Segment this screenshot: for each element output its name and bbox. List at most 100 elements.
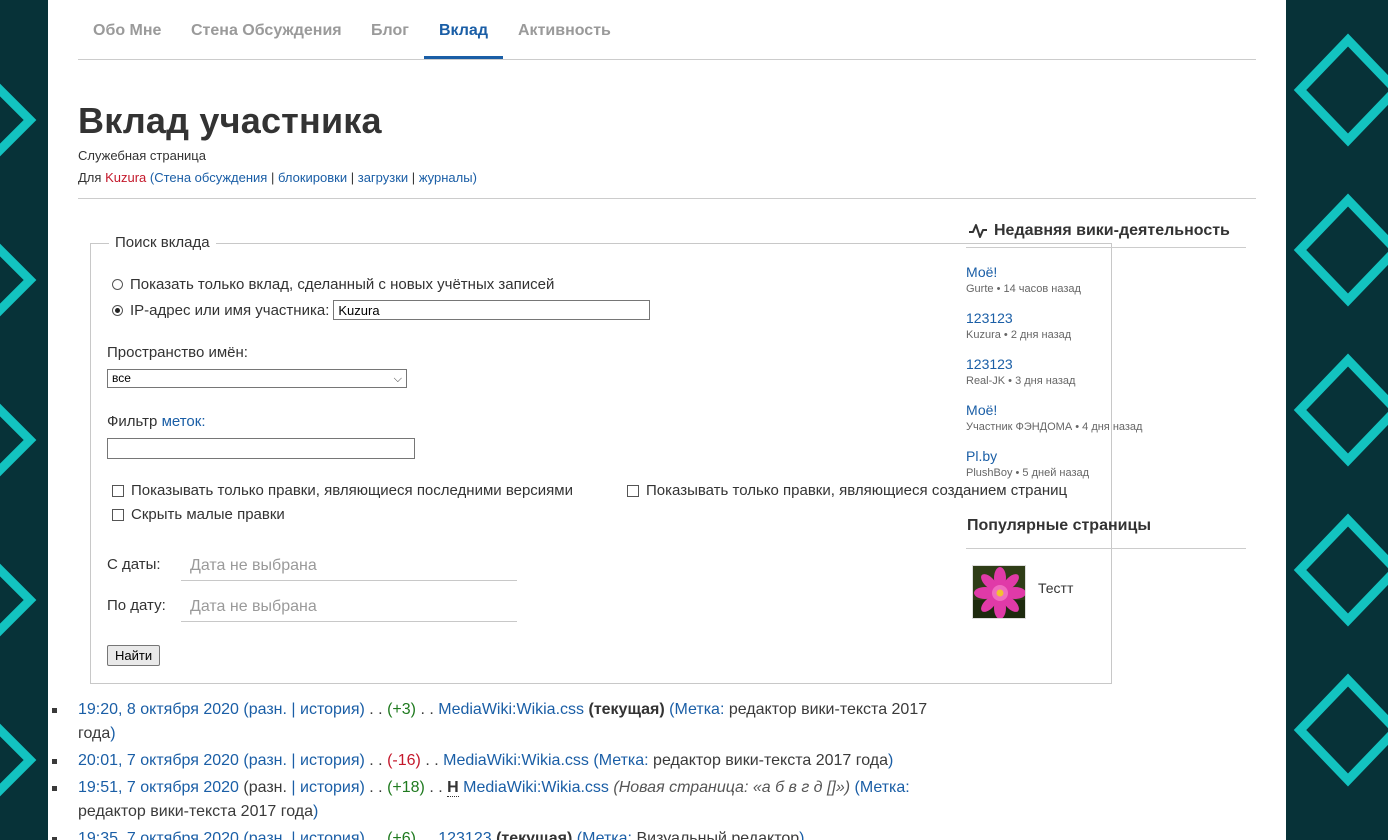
blocks-link[interactable]: блокировки <box>278 170 347 185</box>
hide-minor-label: Скрыть малые правки <box>131 506 285 523</box>
radio-new-accounts[interactable] <box>112 279 123 290</box>
separator: | <box>350 170 355 185</box>
activity-item-meta: PlushBoy • 5 дней назад <box>966 467 1090 479</box>
activity-item-meta: Kuzura • 2 дня назад <box>966 329 1072 341</box>
diff-link[interactable]: разн. <box>249 830 287 840</box>
namespace-selected-value: все <box>112 371 131 385</box>
recent-activity-title: Недавняя вики-деятельность <box>994 222 1230 239</box>
tag-link[interactable]: Метка <box>860 779 905 796</box>
tab-message-wall[interactable]: Стена Обсуждения <box>176 0 357 59</box>
radio-new-accounts-label: Показать только вклад, сделанный с новых… <box>130 276 555 293</box>
background-pattern-left <box>0 0 48 840</box>
activity-item: Pl.by PlushBoy • 5 дней назад <box>966 448 1089 480</box>
tag-filter-colon: : <box>201 413 206 430</box>
list-item: 19:20, 8 октября 2020 (разн. | история) … <box>52 698 948 746</box>
tag-link[interactable]: Метка <box>582 830 627 840</box>
list-item: 19:51, 7 октября 2020 (разн. | история) … <box>52 776 948 824</box>
page-link[interactable]: MediaWiki:Wikia.css <box>438 701 584 718</box>
recent-activity-header: Недавняя вики-деятельность <box>968 222 1230 240</box>
tab-blog[interactable]: Блог <box>356 0 424 59</box>
new-pages-checkbox[interactable] <box>627 484 639 497</box>
tags-link[interactable]: меток <box>162 413 202 430</box>
history-link[interactable]: история <box>300 752 359 769</box>
new-pages-row[interactable]: Показывать только правки, являющиеся соз… <box>627 482 1067 499</box>
tag-value: Визуальный редактор <box>636 830 800 840</box>
activity-item-meta: Участник ФЭНДОМА • 4 дня назад <box>966 421 1143 433</box>
page-content: Обо Мне Стена Обсуждения Блог Вклад Акти… <box>48 0 1286 840</box>
tag-filter-label: Фильтр меток: <box>107 413 206 430</box>
activity-item: Моё! Участник ФЭНДОМА • 4 дня назад <box>966 402 1142 434</box>
hide-minor-row[interactable]: Скрыть малые правки <box>112 506 285 523</box>
namespace-select[interactable]: все ⌵ <box>107 369 407 388</box>
tag-link[interactable]: Метка <box>675 701 720 718</box>
tab-about[interactable]: Обо Мне <box>78 0 176 59</box>
tag-filter-text: Фильтр <box>107 413 158 430</box>
diff-link[interactable]: разн. <box>249 752 287 769</box>
user-link[interactable]: Kuzura <box>105 170 146 185</box>
page-title: Вклад участника <box>78 100 382 141</box>
user-tools-line: Для Kuzura (Стена обсуждения | блокировк… <box>78 170 477 185</box>
size-change: (+6) <box>387 830 416 840</box>
popular-page-link[interactable]: Тестт <box>1038 580 1073 596</box>
list-item: 20:01, 7 октября 2020 (разн. | история) … <box>52 749 948 773</box>
revision-timestamp-link[interactable]: 19:20, 8 октября 2020 <box>78 701 239 718</box>
radio-new-accounts-row[interactable]: Показать только вклад, сделанный с новых… <box>112 276 554 293</box>
activity-item-title[interactable]: Pl.by <box>966 448 1089 464</box>
rail-divider <box>966 247 1246 248</box>
background-pattern-right <box>1286 0 1388 840</box>
activity-item-title[interactable]: 123123 <box>966 310 1071 326</box>
current-marker: (текущая) <box>588 701 665 718</box>
username-input[interactable] <box>333 300 651 320</box>
activity-item-title[interactable]: 123123 <box>966 356 1075 372</box>
message-wall-link[interactable]: Стена обсуждения <box>154 170 267 185</box>
page-link[interactable]: 123123 <box>438 830 491 840</box>
revision-timestamp-link[interactable]: 19:35, 7 октября 2020 <box>78 830 239 840</box>
search-legend: Поиск вклада <box>109 234 216 251</box>
separator: | <box>270 170 275 185</box>
list-item: 19:35, 7 октября 2020 (разн. | история) … <box>52 827 948 840</box>
contributions-list: 19:20, 8 октября 2020 (разн. | история) … <box>52 698 948 840</box>
revision-timestamp-link[interactable]: 20:01, 7 октября 2020 <box>78 752 239 769</box>
radio-ip-user-row[interactable]: IP-адрес или имя участника: <box>112 300 651 320</box>
history-link[interactable]: история <box>300 779 359 796</box>
diff-link[interactable]: разн. <box>249 701 287 718</box>
latest-only-label: Показывать только правки, являющиеся пос… <box>131 482 573 499</box>
page-link[interactable]: MediaWiki:Wikia.css <box>463 779 609 796</box>
from-date-label: С даты: <box>107 556 161 573</box>
size-change: (-16) <box>387 752 421 769</box>
activity-item-meta: Real-JK • 3 дня назад <box>966 375 1076 387</box>
chevron-down-icon: ⌵ <box>393 373 402 385</box>
to-date-input[interactable]: Дата не выбрана <box>181 592 517 622</box>
radio-ip-user[interactable] <box>112 304 123 316</box>
activity-item-title[interactable]: Моё! <box>966 264 1081 280</box>
tab-activity[interactable]: Активность <box>503 0 626 59</box>
from-date-input[interactable]: Дата не выбрана <box>181 551 517 581</box>
logs-link[interactable]: журналы <box>419 170 473 185</box>
revision-timestamp-link[interactable]: 19:51, 7 октября 2020 <box>78 779 239 796</box>
activity-item: 123123 Kuzura • 2 дня назад <box>966 310 1071 342</box>
separator: | <box>411 170 416 185</box>
latest-only-row[interactable]: Показывать только правки, являющиеся пос… <box>112 482 573 499</box>
profile-tabs: Обо Мне Стена Обсуждения Блог Вклад Акти… <box>78 0 1256 60</box>
activity-item-title[interactable]: Моё! <box>966 402 1142 418</box>
for-prefix: Для <box>78 170 102 185</box>
history-link[interactable]: история <box>300 701 359 718</box>
history-link[interactable]: история <box>300 830 359 840</box>
tag-link[interactable]: Метка <box>599 752 644 769</box>
uploads-link[interactable]: загрузки <box>358 170 408 185</box>
size-change: (+3) <box>387 701 416 718</box>
activity-icon <box>969 224 987 238</box>
page-link[interactable]: MediaWiki:Wikia.css <box>443 752 589 769</box>
header-divider <box>78 198 1256 199</box>
latest-only-checkbox[interactable] <box>112 484 124 497</box>
new-pages-label: Показывать только правки, являющиеся соз… <box>646 482 1068 499</box>
search-submit-button[interactable]: Найти <box>107 645 161 666</box>
hide-minor-checkbox[interactable] <box>112 508 124 521</box>
current-marker: (текущая) <box>496 830 573 840</box>
tag-value: редактор вики-текста 2017 года <box>78 803 313 820</box>
tab-contributions[interactable]: Вклад <box>424 0 503 59</box>
size-change: (+18) <box>387 779 425 796</box>
popular-page-thumbnail[interactable] <box>972 565 1026 619</box>
diff-text: разн. <box>248 779 287 796</box>
tag-filter-input[interactable] <box>107 438 415 459</box>
